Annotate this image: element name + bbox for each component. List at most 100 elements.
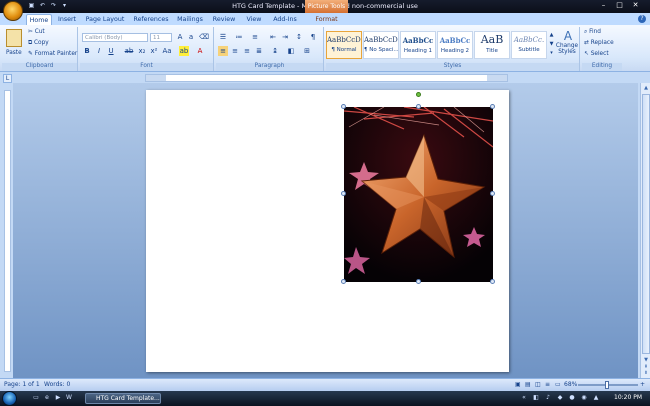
scroll-thumb[interactable] (642, 94, 650, 354)
tray-app-icon[interactable]: ● (568, 394, 576, 402)
internet-explorer-icon[interactable]: e (43, 394, 51, 402)
save-icon[interactable]: ▣ (27, 2, 36, 10)
horizontal-ruler[interactable] (145, 74, 508, 82)
align-left-icon[interactable]: ≡ (218, 46, 228, 56)
tab-selector-icon[interactable]: L (3, 74, 12, 83)
copy-button[interactable]: ⧉ Copy (28, 38, 49, 48)
media-player-icon[interactable]: ▶ (54, 394, 62, 402)
underline-icon[interactable]: U (106, 46, 116, 56)
resize-handle[interactable] (341, 191, 346, 196)
subscript-icon[interactable]: x₂ (137, 46, 147, 56)
line-spacing-icon[interactable]: ↨ (270, 46, 280, 56)
tab-references[interactable]: References (131, 14, 171, 25)
select-button[interactable]: ↖ Select (584, 49, 609, 59)
tab-mailings[interactable]: Mailings (175, 14, 205, 25)
font-name-combo[interactable]: Calibri (Body) (82, 33, 148, 42)
multilevel-list-icon[interactable]: ≡ (250, 32, 260, 42)
redo-icon[interactable]: ↷ (49, 2, 58, 10)
taskbar-word-window[interactable]: HTG Card Template... (85, 393, 161, 404)
tab-view[interactable]: View (243, 14, 265, 25)
resize-handle[interactable] (490, 104, 495, 109)
page-count[interactable]: Page: 1 of 1 (4, 381, 40, 388)
resize-handle[interactable] (341, 279, 346, 284)
show-formatting-icon[interactable]: ¶ (308, 32, 318, 42)
highlight-icon[interactable]: ab (179, 46, 189, 56)
change-styles-button[interactable]: Change Styles (555, 43, 579, 55)
help-icon[interactable]: ? (638, 15, 646, 23)
tray-app-icon[interactable]: ▲ (592, 394, 600, 402)
tab-add-ins[interactable]: Add-Ins (270, 14, 300, 25)
volume-icon[interactable]: ♪ (544, 394, 552, 402)
print-layout-icon[interactable]: ▣ (515, 381, 521, 388)
zoom-slider-thumb[interactable] (605, 381, 609, 389)
full-screen-reading-icon[interactable]: ▤ (525, 381, 531, 388)
tab-insert[interactable]: Insert (55, 14, 79, 25)
resize-handle[interactable] (490, 191, 495, 196)
web-layout-icon[interactable]: ◫ (535, 381, 541, 388)
resize-handle[interactable] (490, 279, 495, 284)
vertical-scrollbar[interactable]: ▲ ▼ ⇞ ⇟ (640, 83, 650, 378)
system-clock[interactable]: 10:20 PM (614, 394, 642, 401)
resize-handle[interactable] (341, 104, 346, 109)
word-count[interactable]: Words: 0 (44, 381, 70, 388)
clear-formatting-icon[interactable]: ⌫ (199, 32, 209, 42)
paste-icon[interactable] (6, 29, 22, 47)
tab-format[interactable]: Format (307, 14, 346, 25)
change-styles-icon[interactable]: A (558, 29, 578, 43)
tab-page-layout[interactable]: Page Layout (83, 14, 127, 25)
increase-indent-icon[interactable]: ⇥ (280, 32, 290, 42)
minimize-button[interactable]: – (596, 1, 611, 10)
zoom-in-icon[interactable]: + (640, 381, 645, 388)
tab-home[interactable]: Home (26, 14, 52, 25)
next-page-icon[interactable]: ⇟ (642, 369, 650, 377)
scroll-up-icon[interactable]: ▲ (642, 84, 650, 92)
superscript-icon[interactable]: x² (149, 46, 159, 56)
star-ornament-picture[interactable] (344, 107, 493, 282)
start-button[interactable] (2, 391, 17, 406)
style-normal[interactable]: AaBbCcDc ¶ Normal (326, 31, 362, 59)
paste-button[interactable]: Paste (6, 48, 22, 58)
style-title[interactable]: AaB Title (474, 31, 510, 59)
numbering-icon[interactable]: ≔ (234, 32, 244, 42)
sort-icon[interactable]: ↕ (294, 32, 304, 42)
decrease-indent-icon[interactable]: ⇤ (268, 32, 278, 42)
word-icon[interactable]: W (65, 394, 73, 402)
styles-scroll-icon[interactable]: ▲ ▼ ▾ (548, 31, 555, 59)
tray-arrow-icon[interactable]: « (520, 394, 528, 402)
replace-button[interactable]: ⇄ Replace (584, 38, 614, 48)
style-subtitle[interactable]: AaBbCc. Subtitle (511, 31, 547, 59)
bullets-icon[interactable]: ☰ (218, 32, 228, 42)
shrink-font-icon[interactable]: a (186, 32, 196, 42)
network-icon[interactable]: ◧ (532, 394, 540, 402)
font-size-combo[interactable]: 11 (150, 33, 172, 42)
zoom-level[interactable]: 68% (564, 381, 577, 388)
format-painter-button[interactable]: ✎ Format Painter (28, 49, 77, 59)
grow-font-icon[interactable]: A (175, 32, 185, 42)
vertical-ruler[interactable] (4, 90, 11, 372)
align-right-icon[interactable]: ≡ (242, 46, 252, 56)
cut-button[interactable]: ✂ Cut (28, 27, 45, 37)
italic-icon[interactable]: I (94, 46, 104, 56)
tray-app-icon[interactable]: ◆ (556, 394, 564, 402)
shading-icon[interactable]: ◧ (286, 46, 296, 56)
maximize-button[interactable]: □ (612, 1, 627, 10)
outline-icon[interactable]: ≡ (545, 381, 550, 388)
align-center-icon[interactable]: ≡ (230, 46, 240, 56)
draft-icon[interactable]: ▭ (555, 381, 561, 388)
tray-app-icon[interactable]: ◉ (580, 394, 588, 402)
justify-icon[interactable]: ≣ (254, 46, 264, 56)
close-button[interactable]: ✕ (628, 1, 643, 10)
tab-review[interactable]: Review (210, 14, 238, 25)
rotate-handle[interactable] (416, 92, 421, 97)
office-button[interactable] (3, 1, 23, 21)
style-no-spacing[interactable]: AaBbCcDc ¶ No Spaci... (363, 31, 399, 59)
strikethrough-icon[interactable]: ab (124, 46, 134, 56)
font-color-icon[interactable]: A (195, 46, 205, 56)
borders-icon[interactable]: ⊞ (302, 46, 312, 56)
find-button[interactable]: ⌕ Find (584, 27, 601, 37)
bold-icon[interactable]: B (82, 46, 92, 56)
resize-handle[interactable] (416, 279, 421, 284)
show-desktop-icon[interactable]: ▭ (32, 394, 40, 402)
change-case-icon[interactable]: Aa (162, 46, 172, 56)
style-heading-1[interactable]: AaBbCc Heading 1 (400, 31, 436, 59)
